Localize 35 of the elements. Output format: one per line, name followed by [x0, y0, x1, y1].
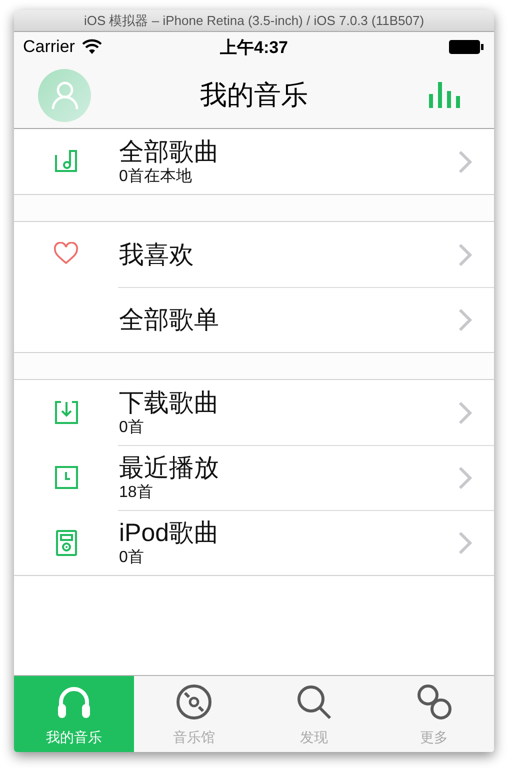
ipod-icon [54, 530, 80, 556]
list-row[interactable]: 下载歌曲 0首 [14, 380, 494, 445]
chevron-icon [458, 466, 472, 490]
chevron-icon [458, 530, 472, 554]
person-icon [50, 80, 80, 110]
list-row[interactable]: 我喜欢 [14, 222, 494, 287]
list-row[interactable]: 全部歌曲 0首在本地 [14, 129, 494, 194]
list-row[interactable]: 最近播放 18首 [14, 445, 494, 510]
row-title: 我喜欢 [119, 240, 195, 270]
window-title: iOS 模拟器 – iPhone Retina (3.5-inch) / iOS 7.0.3 (11B507) [14, 10, 494, 32]
row-title: 全部歌单 [119, 304, 220, 334]
equalizer-button[interactable] [428, 82, 462, 108]
list-row[interactable]: iPod歌曲 0首 [14, 510, 494, 575]
row-title: 下载歌曲 [119, 388, 220, 418]
row-title: 最近播放 [119, 453, 220, 483]
chevron-icon [458, 400, 472, 424]
row-title: 全部歌曲 [119, 137, 220, 167]
row-subtitle: 0首 [119, 548, 145, 567]
music-note-icon [54, 148, 80, 174]
wifi-icon [80, 39, 103, 55]
row-subtitle: 18首 [119, 483, 154, 502]
disc-icon [174, 682, 214, 722]
chevron-icon [458, 308, 472, 332]
chevron-icon [458, 150, 472, 174]
row-subtitle: 0首在本地 [119, 167, 193, 186]
screen-title: 我的音乐 [200, 79, 308, 112]
list-row[interactable]: 全部歌单 [14, 287, 494, 352]
status-time: 上午4:37 [220, 36, 288, 58]
battery-icon [448, 39, 484, 55]
row-title: iPod歌曲 [119, 518, 220, 548]
clock-icon [54, 464, 80, 490]
carrier-label: Carrier [23, 37, 75, 57]
row-subtitle: 0首 [119, 418, 145, 437]
download-icon [54, 400, 80, 426]
chevron-icon [458, 242, 472, 266]
